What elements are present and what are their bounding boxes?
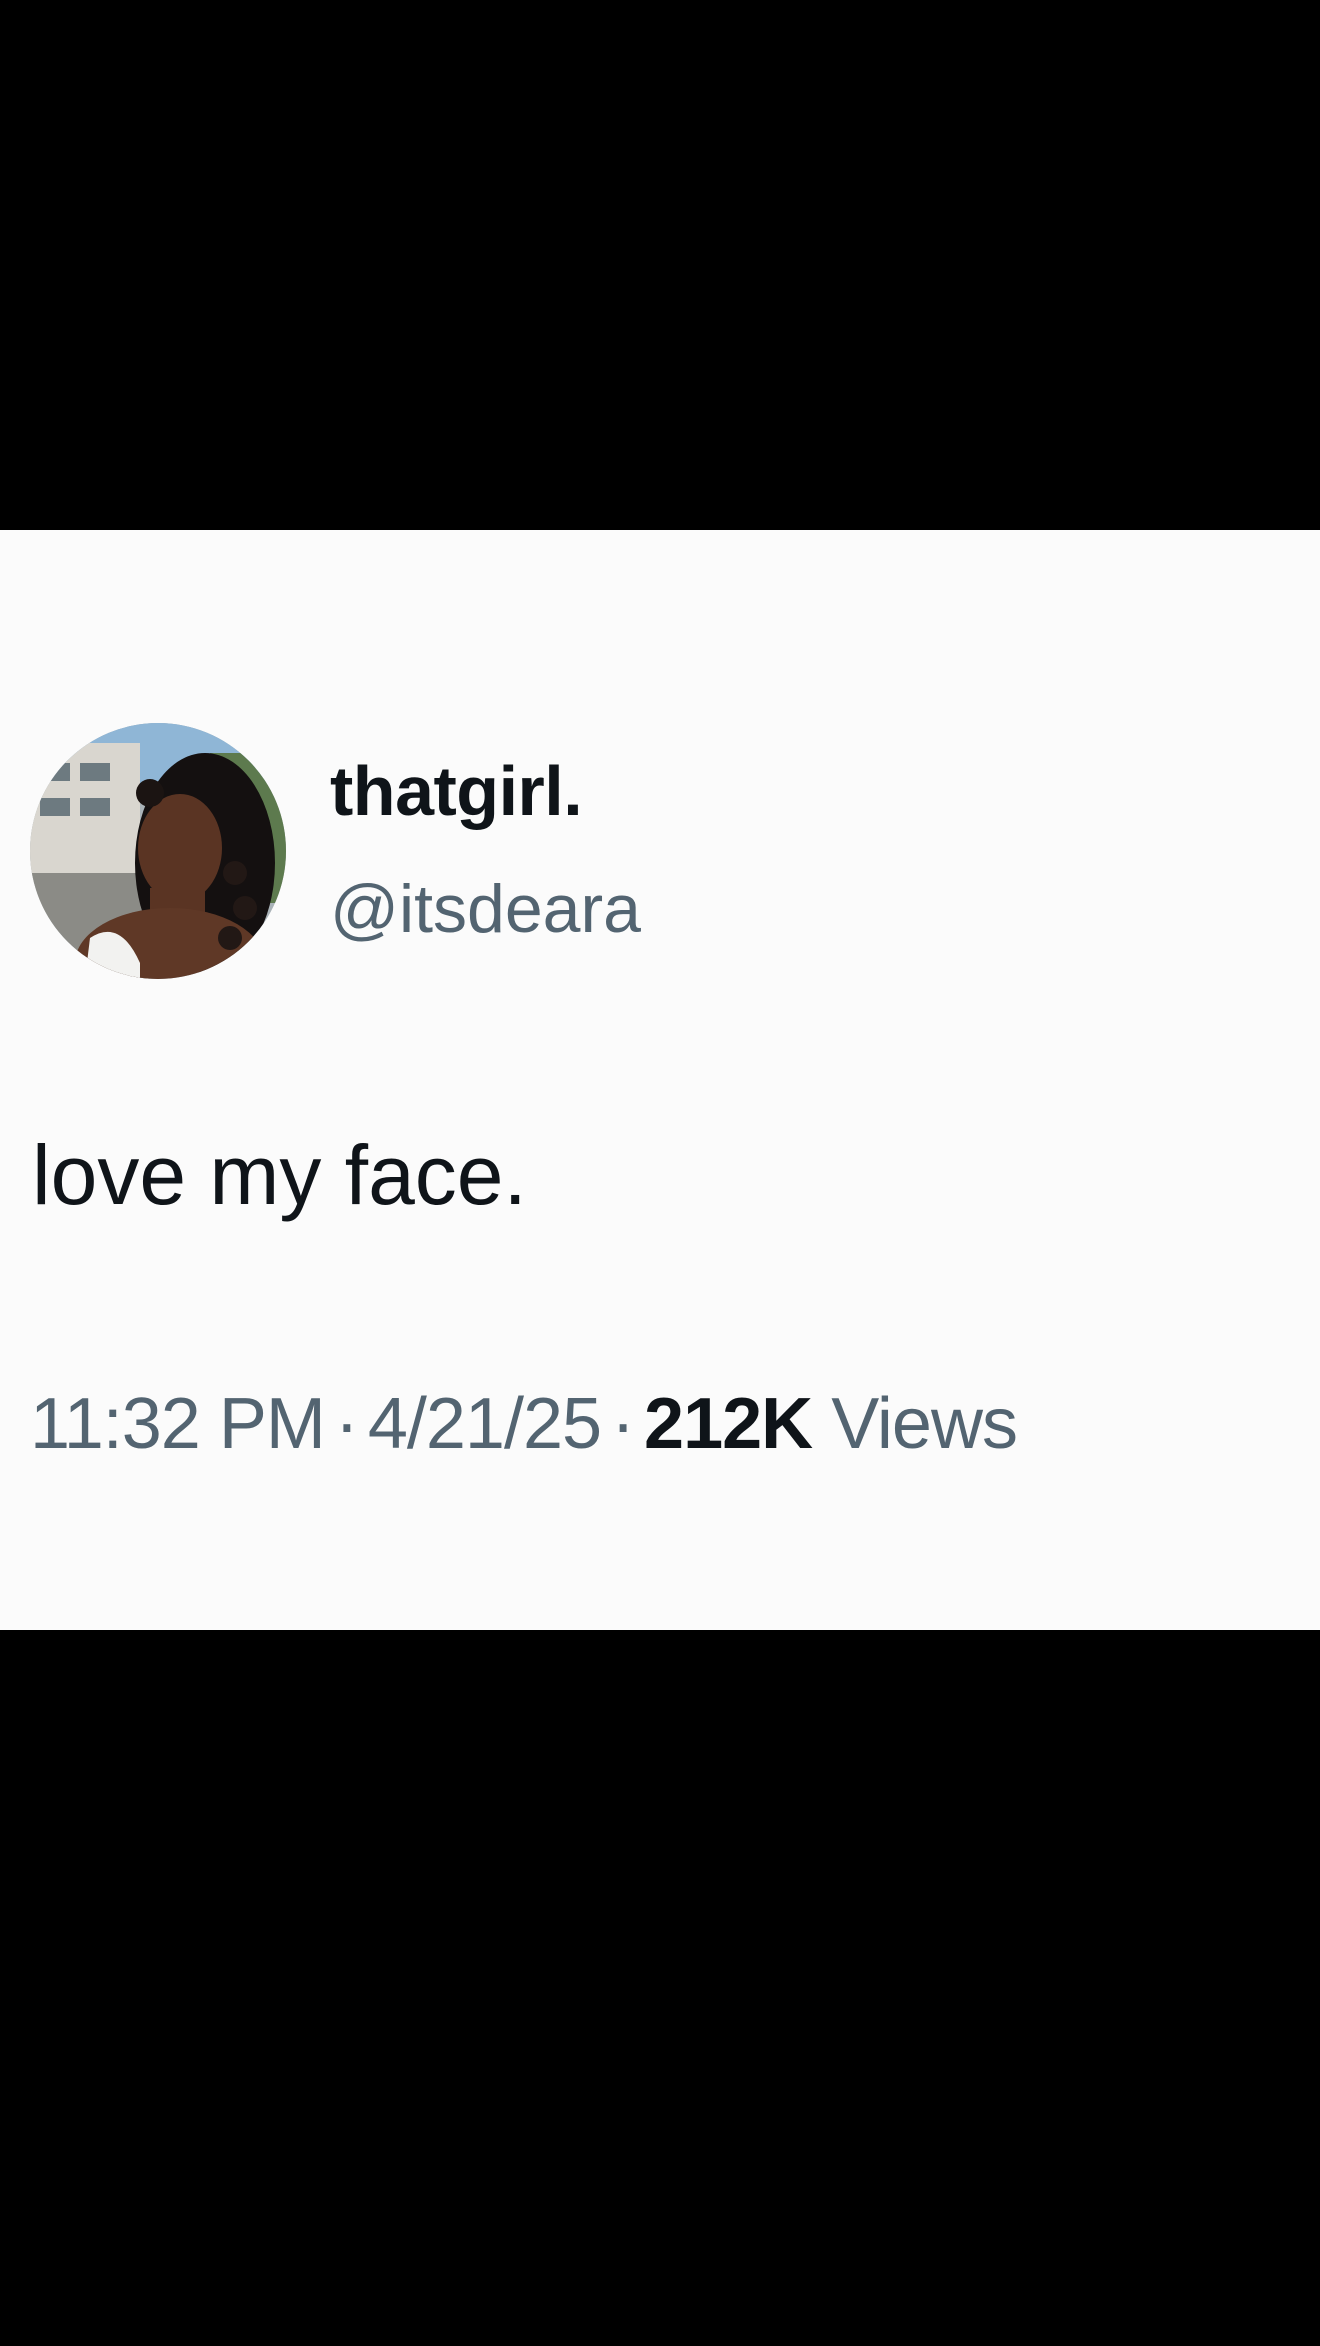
separator: · xyxy=(334,1384,359,1464)
tweet-card: thatgirl. @itsdeara love my face. 11:32 … xyxy=(0,530,1320,1630)
tweet-time[interactable]: 11:32 PM xyxy=(30,1384,326,1464)
bottom-letterbox xyxy=(0,1630,1320,2346)
tweet-meta: 11:32 PM · 4/21/25 · 212K Views xyxy=(30,1388,1018,1460)
avatar-photo xyxy=(30,723,286,979)
display-name[interactable]: thatgirl. xyxy=(330,756,583,826)
separator: · xyxy=(611,1384,635,1464)
tweet-text: love my face. xyxy=(32,1128,527,1222)
top-letterbox xyxy=(0,0,1320,530)
avatar[interactable] xyxy=(30,723,286,979)
views-label: Views xyxy=(831,1384,1018,1464)
handle[interactable]: @itsdeara xyxy=(330,875,641,943)
views-count: 212K xyxy=(644,1384,813,1464)
tweet-date[interactable]: 4/21/25 xyxy=(368,1384,602,1464)
